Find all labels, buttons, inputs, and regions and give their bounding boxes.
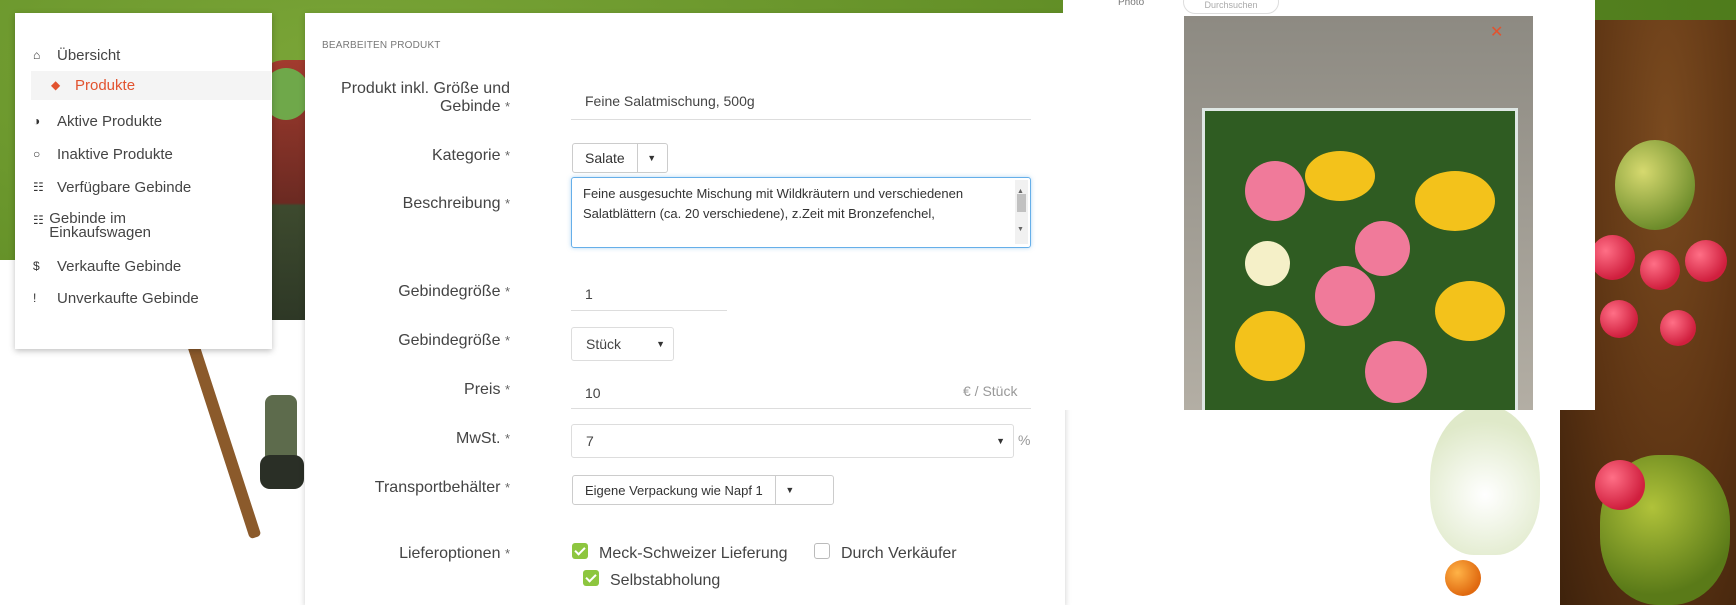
toggle-off-icon: ○ bbox=[33, 147, 41, 161]
radish-image bbox=[1600, 300, 1638, 338]
price-unit: € / Stück bbox=[963, 383, 1018, 399]
flower-image bbox=[1435, 281, 1505, 341]
description-label: Beschreibung * bbox=[402, 195, 510, 212]
delivery-option-label[interactable]: Selbstabholung bbox=[610, 572, 720, 590]
unit-size-underline bbox=[571, 310, 727, 311]
sidebar-item-label: Verfügbare Gebinde bbox=[57, 179, 192, 196]
price-input[interactable]: 10 bbox=[585, 385, 601, 401]
tags-icon: ◆ bbox=[51, 78, 61, 92]
unit-type-label: Gebindegröße * bbox=[398, 332, 510, 349]
browse-button[interactable]: Durchsuchen bbox=[1183, 0, 1279, 14]
radish-image bbox=[1640, 250, 1680, 290]
home-icon: ⌂ bbox=[33, 48, 41, 62]
photo-label: Photo bbox=[1118, 0, 1145, 8]
chevron-down-icon: ▼ bbox=[656, 339, 665, 349]
artichoke-image bbox=[1615, 140, 1695, 230]
edit-product-panel: BEARBEITEN PRODUKT Produkt inkl. Größe u… bbox=[305, 13, 1065, 605]
delivery-option-label[interactable]: Meck-Schweizer Lieferung bbox=[599, 545, 788, 563]
dollar-icon: $ bbox=[33, 259, 40, 273]
sidebar-item-label: Aktive Produkte bbox=[57, 113, 163, 130]
salad-tray-image bbox=[1202, 108, 1518, 410]
close-icon[interactable]: ✕ bbox=[1490, 22, 1503, 42]
container-select[interactable]: Eigene Verpackung wie Napf 1 ▼ bbox=[572, 475, 834, 505]
category-label: Kategorie * bbox=[431, 147, 510, 164]
sidebar-item-verkaufte-gebinde[interactable]: $ Verkaufte Gebinde bbox=[33, 258, 181, 275]
delivery-checkbox-selbstabholung[interactable] bbox=[583, 570, 599, 586]
radish-image bbox=[1660, 310, 1696, 346]
container-label: Transportbehälter * bbox=[374, 479, 510, 496]
radish-image bbox=[1685, 240, 1727, 282]
sidebar-item-label: Produkte bbox=[75, 77, 136, 94]
photo-panel: Photo Durchsuchen ✕ bbox=[1063, 0, 1595, 410]
flower-image bbox=[1415, 171, 1495, 231]
flower-image bbox=[1365, 341, 1427, 403]
radish-image bbox=[1590, 235, 1635, 280]
cherry-tomato-image bbox=[1595, 460, 1645, 510]
chevron-down-icon: ▼ bbox=[774, 476, 804, 504]
cart-icon: ☷ bbox=[33, 180, 44, 194]
flower-image bbox=[1355, 221, 1410, 276]
sidebar-item-produkte[interactable]: ◆ Produkte bbox=[31, 71, 271, 100]
scrollbar-thumb[interactable] bbox=[1017, 194, 1026, 212]
description-textarea[interactable]: Feine ausgesuchte Mischung mit Wildkräut… bbox=[571, 177, 1031, 248]
flower-image bbox=[1315, 266, 1375, 326]
price-underline bbox=[571, 408, 1031, 409]
sidebar-item-uebersicht[interactable]: ⌂ Übersicht bbox=[33, 47, 120, 64]
sidebar-item-label: Unverkaufte Gebinde bbox=[57, 290, 199, 307]
sidebar-menu: ⌂ Übersicht ◆ Produkte ◑ Aktive Produkte… bbox=[15, 13, 272, 349]
sidebar-item-label: Inaktive Produkte bbox=[57, 146, 173, 163]
flower-image bbox=[1245, 241, 1290, 286]
sidebar-item-aktive-produkte[interactable]: ◑ Aktive Produkte bbox=[33, 113, 162, 130]
flower-image bbox=[1235, 311, 1305, 381]
price-label: Preis * bbox=[464, 381, 510, 398]
sidebar-item-label: Verkaufte Gebinde bbox=[57, 258, 182, 275]
sidebar-item-inaktive-produkte[interactable]: ○ Inaktive Produkte bbox=[33, 146, 173, 163]
sidebar-item-verfuegbare-gebinde[interactable]: ☷ Verfügbare Gebinde bbox=[33, 179, 191, 196]
product-name-input[interactable]: Feine Salatmischung, 500g bbox=[585, 93, 755, 109]
unit-type-select[interactable]: Stück ▼ bbox=[571, 327, 674, 361]
vat-label: MwSt. * bbox=[456, 430, 510, 447]
delivery-checkbox-verkaeufer[interactable] bbox=[814, 543, 830, 559]
toggle-on-icon: ◑ bbox=[33, 114, 41, 128]
product-name-label: Produkt inkl. Größe und Gebinde * bbox=[341, 80, 510, 115]
cart-icon: ☷ bbox=[33, 213, 44, 227]
flower-image bbox=[1305, 151, 1375, 201]
vat-unit: % bbox=[1018, 432, 1031, 448]
category-select[interactable]: Salate ▼ bbox=[572, 143, 668, 173]
product-name-underline bbox=[571, 119, 1031, 120]
fennel-image bbox=[1430, 405, 1540, 555]
vat-select[interactable]: 7 ▼ bbox=[571, 424, 1014, 458]
flower-image bbox=[1245, 161, 1305, 221]
sidebar-item-label: Übersicht bbox=[57, 47, 121, 64]
scroll-down-icon[interactable]: ▼ bbox=[1017, 220, 1024, 240]
delivery-option-label[interactable]: Durch Verkäufer bbox=[841, 545, 957, 563]
farmer-boot-image bbox=[260, 455, 304, 489]
chevron-down-icon: ▼ bbox=[996, 436, 1005, 446]
sidebar-item-label: Gebinde im Einkaufswagen bbox=[49, 210, 151, 241]
sidebar-item-gebinde-im-einkaufswagen[interactable]: ☷ Gebinde im Einkaufswagen bbox=[33, 210, 173, 241]
chevron-down-icon: ▼ bbox=[636, 144, 666, 172]
unit-size-input[interactable]: 1 bbox=[585, 286, 593, 302]
delivery-checkbox-meck-schweizer[interactable] bbox=[572, 543, 588, 559]
sidebar-item-unverkaufte-gebinde[interactable]: ! Unverkaufte Gebinde bbox=[33, 290, 199, 307]
panel-title: BEARBEITEN PRODUKT bbox=[322, 40, 441, 51]
cherry-tomato-image bbox=[1445, 560, 1481, 596]
product-photo bbox=[1184, 16, 1533, 410]
unit-size-label: Gebindegröße * bbox=[398, 283, 510, 300]
exclamation-icon: ! bbox=[33, 291, 37, 305]
description-scrollbar[interactable]: ▲ ▼ bbox=[1015, 180, 1028, 244]
delivery-label: Lieferoptionen * bbox=[399, 545, 510, 562]
